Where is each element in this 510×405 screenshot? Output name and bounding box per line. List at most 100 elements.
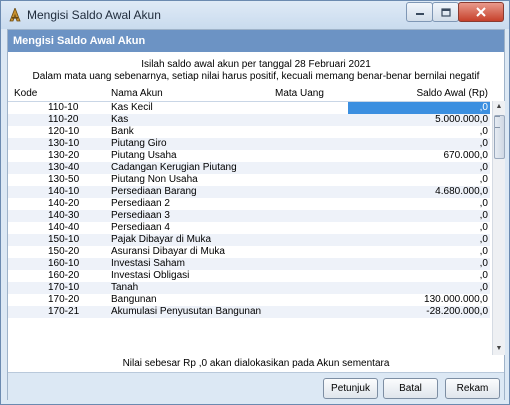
cell-kode: 170-21: [48, 306, 80, 317]
column-header-saldo: Saldo Awal (Rp): [416, 88, 488, 99]
table-row[interactable]: 110-10 Kas Kecil ,0: [8, 102, 490, 114]
cell-saldo-awal[interactable]: ,0: [348, 102, 490, 114]
section-header: Mengisi Saldo Awal Akun: [8, 30, 504, 52]
cell-kode: 140-20: [48, 198, 80, 209]
cell-kode: 130-20: [48, 150, 80, 161]
info-line-1: Isilah saldo awal akun per tanggal 28 Fe…: [141, 59, 371, 70]
petunjuk-button[interactable]: Petunjuk: [323, 378, 378, 399]
table-row[interactable]: 110-20 Kas 5.000.000,0: [8, 114, 490, 126]
cell-kode: 110-20: [48, 114, 79, 125]
cell-saldo-awal[interactable]: ,0: [348, 198, 490, 210]
cell-saldo-awal[interactable]: ,0: [348, 234, 490, 246]
rekam-button[interactable]: Rekam: [445, 378, 500, 399]
cell-nama-akun: Persediaan Barang: [111, 186, 197, 197]
cell-nama-akun: Piutang Giro: [111, 138, 167, 149]
account-table: 110-10 Kas Kecil ,0 110-20 Kas 5.000.000,0 120…: [8, 101, 490, 356]
table-row[interactable]: 140-20 Persediaan 2 ,0: [8, 198, 490, 210]
cell-nama-akun: Persediaan 3: [111, 210, 170, 221]
cell-kode: 120-10: [48, 126, 80, 137]
scroll-down-arrow-icon[interactable]: ▼: [493, 343, 505, 355]
cell-saldo-awal[interactable]: ,0: [348, 246, 490, 258]
table-row[interactable]: 120-10 Bank ,0: [8, 126, 490, 138]
table-row[interactable]: 130-10 Piutang Giro ,0: [8, 138, 490, 150]
dialog-content: Mengisi Saldo Awal Akun Isilah saldo awa…: [7, 29, 505, 400]
minimize-button[interactable]: [406, 2, 433, 22]
window-title: Mengisi Saldo Awal Akun: [27, 8, 161, 22]
column-header-mata-uang: Mata Uang: [275, 88, 324, 99]
table-row[interactable]: 130-20 Piutang Usaha 670.000,0: [8, 150, 490, 162]
cell-nama-akun: Piutang Non Usaha: [111, 174, 198, 185]
table-row[interactable]: 140-10 Persediaan Barang 4.680.000,0: [8, 186, 490, 198]
cell-kode: 130-40: [48, 162, 80, 173]
table-row[interactable]: 140-40 Persediaan 4 ,0: [8, 222, 490, 234]
table-row[interactable]: 150-20 Asuransi Dibayar di Muka ,0: [8, 246, 490, 258]
cell-nama-akun: Kas: [111, 114, 129, 125]
cell-nama-akun: Pajak Dibayar di Muka: [111, 234, 212, 245]
cell-saldo-awal[interactable]: 130.000.000,0: [348, 294, 490, 306]
cell-saldo-awal[interactable]: ,0: [348, 282, 490, 294]
column-header-kode: Kode: [14, 88, 38, 99]
table-row[interactable]: 170-20 Bangunan 130.000.000,0: [8, 294, 490, 306]
button-panel: Petunjuk Batal Rekam: [8, 372, 504, 400]
cell-saldo-awal[interactable]: 5.000.000,0: [348, 114, 490, 126]
cell-kode: 160-10: [48, 258, 80, 269]
cell-saldo-awal[interactable]: ,0: [348, 258, 490, 270]
column-header-nama: Nama Akun: [111, 88, 163, 99]
cell-kode: 140-10: [48, 186, 80, 197]
dialog-window: Mengisi Saldo Awal Akun Mengisi Saldo Aw…: [0, 0, 510, 405]
cell-nama-akun: Akumulasi Penyusutan Bangunan: [111, 306, 262, 317]
cell-nama-akun: Investasi Saham: [111, 258, 185, 269]
cell-kode: 140-40: [48, 222, 80, 233]
cell-nama-akun: Tanah: [111, 282, 139, 293]
cell-kode: 150-10: [48, 234, 80, 245]
scroll-up-arrow-icon[interactable]: ▲: [493, 101, 505, 113]
cell-nama-akun: Bangunan: [111, 294, 157, 305]
cell-nama-akun: Asuransi Dibayar di Muka: [111, 246, 225, 257]
cell-nama-akun: Kas Kecil: [111, 102, 153, 113]
cell-saldo-awal[interactable]: 670.000,0: [348, 150, 490, 162]
table-row[interactable]: 130-50 Piutang Non Usaha ,0: [8, 174, 490, 186]
scrollbar-grip-icon: [495, 116, 500, 128]
cell-kode: 130-10: [48, 138, 80, 149]
info-line-2: Dalam mata uang sebenarnya, setiap nilai…: [32, 71, 480, 82]
cell-saldo-awal[interactable]: ,0: [348, 270, 490, 282]
cell-saldo-awal[interactable]: ,0: [348, 138, 490, 150]
app-icon: [9, 8, 21, 22]
cell-saldo-awal[interactable]: ,0: [348, 162, 490, 174]
cell-kode: 140-30: [48, 210, 80, 221]
vertical-scrollbar[interactable]: ▲ ▼: [492, 101, 505, 355]
table-row[interactable]: 150-10 Pajak Dibayar di Muka ,0: [8, 234, 490, 246]
cell-nama-akun: Bank: [111, 126, 134, 137]
cell-nama-akun: Cadangan Kerugian Piutang: [111, 162, 237, 173]
table-row[interactable]: 160-20 Investasi Obligasi ,0: [8, 270, 490, 282]
allocation-note: Nilai sebesar Rp ,0 akan dialokasikan pa…: [122, 358, 390, 369]
cell-saldo-awal[interactable]: ,0: [348, 222, 490, 234]
maximize-icon: [440, 7, 451, 17]
cell-saldo-awal[interactable]: ,0: [348, 210, 490, 222]
cell-kode: 130-50: [48, 174, 80, 185]
close-button[interactable]: [458, 2, 504, 22]
cell-saldo-awal[interactable]: ,0: [348, 126, 490, 138]
maximize-button[interactable]: [432, 2, 459, 22]
table-row[interactable]: 160-10 Investasi Saham ,0: [8, 258, 490, 270]
title-bar[interactable]: Mengisi Saldo Awal Akun: [1, 1, 509, 29]
cell-kode: 110-10: [48, 102, 79, 113]
cell-saldo-awal[interactable]: 4.680.000,0: [348, 186, 490, 198]
table-row[interactable]: 140-30 Persediaan 3 ,0: [8, 210, 490, 222]
cell-saldo-awal[interactable]: ,0: [348, 174, 490, 186]
cell-nama-akun: Persediaan 2: [111, 198, 170, 209]
cell-nama-akun: Persediaan 4: [111, 222, 170, 233]
minimize-icon: [415, 13, 424, 15]
cell-kode: 170-20: [48, 294, 80, 305]
cell-nama-akun: Piutang Usaha: [111, 150, 177, 161]
table-row[interactable]: 170-10 Tanah ,0: [8, 282, 490, 294]
table-row[interactable]: 170-21 Akumulasi Penyusutan Bangunan -28.2…: [8, 306, 490, 318]
cell-kode: 150-20: [48, 246, 80, 257]
table-row[interactable]: 130-40 Cadangan Kerugian Piutang ,0: [8, 162, 490, 174]
cell-saldo-awal[interactable]: -28.200.000,0: [348, 306, 490, 318]
cell-kode: 160-20: [48, 270, 80, 281]
cell-kode: 170-10: [48, 282, 80, 293]
close-icon: [476, 7, 486, 17]
cell-nama-akun: Investasi Obligasi: [111, 270, 190, 281]
batal-button[interactable]: Batal: [383, 378, 438, 399]
